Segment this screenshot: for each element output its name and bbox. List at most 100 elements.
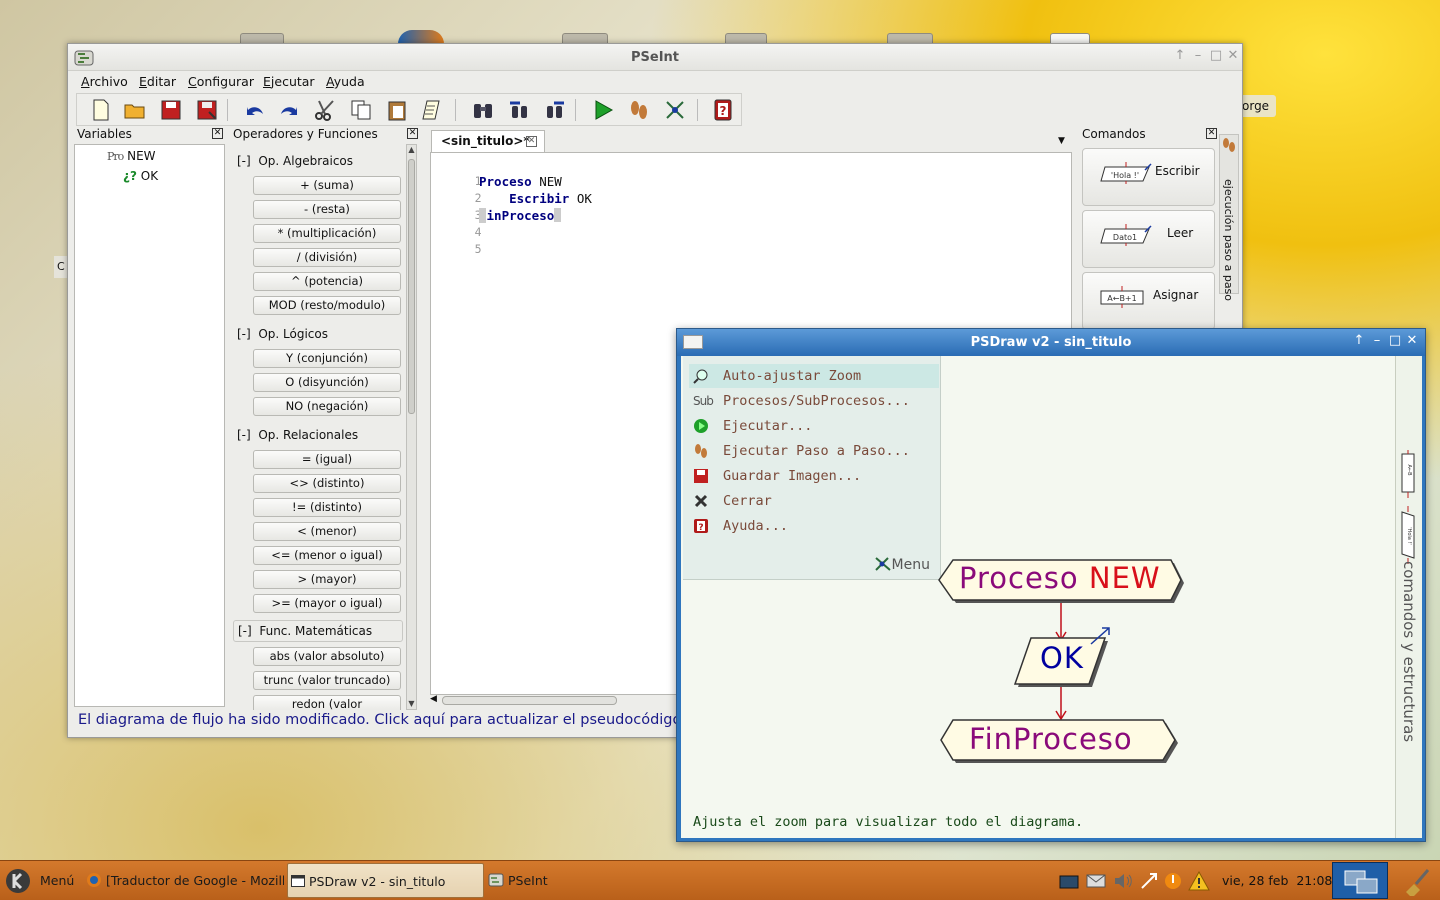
operator-button[interactable]: >= (mayor o igual) (253, 594, 401, 613)
minimize-button[interactable]: – (1369, 333, 1385, 349)
operator-button[interactable]: trunc (valor truncado) (253, 671, 401, 690)
scroll-thumb[interactable] (442, 696, 617, 705)
save-as-icon[interactable] (195, 98, 219, 122)
category-logicos[interactable]: [-] Op. Lógicos (237, 327, 328, 341)
operator-button[interactable]: * (multiplicación) (253, 224, 401, 243)
operator-button[interactable]: redon (valor redondeado) (253, 695, 401, 710)
undo-icon[interactable] (243, 98, 267, 122)
variables-panel-close-icon[interactable]: ✕ (212, 128, 223, 139)
firefox-desktop-icon[interactable] (398, 30, 444, 44)
find-icon[interactable] (471, 98, 495, 122)
commands-panel-close-icon[interactable]: ✕ (1206, 128, 1217, 139)
shade-button[interactable]: ↑ (1172, 48, 1188, 64)
find-previous-icon[interactable] (507, 98, 531, 122)
task-pseint[interactable]: PSeInt (488, 867, 608, 895)
desktop-icon-4[interactable] (887, 33, 933, 43)
category-relacionales[interactable]: [-] Op. Relacionales (237, 428, 358, 442)
variable-tree-item[interactable]: ¿? OK (123, 169, 158, 183)
scroll-down-arrow-icon[interactable]: ▼ (407, 699, 416, 709)
scroll-left-arrow-icon[interactable]: ◀ (430, 694, 437, 704)
close-button[interactable]: ✕ (1225, 48, 1241, 64)
command-asignar-button[interactable]: A←B+1 Asignar (1082, 272, 1215, 330)
paste-icon[interactable] (385, 98, 409, 122)
operator-button[interactable]: <> (distinto) (253, 474, 401, 493)
code-line: 3FinProceso (431, 190, 1071, 223)
close-button[interactable]: ✕ (1404, 333, 1420, 349)
status-message-link[interactable]: El diagrama de flujo ha sido modificado.… (78, 712, 678, 732)
run-icon[interactable] (591, 98, 615, 122)
operator-button[interactable]: <= (menor o igual) (253, 546, 401, 565)
operator-button[interactable]: Y (conjunción) (253, 349, 401, 368)
operator-button[interactable]: < (menor) (253, 522, 401, 541)
start-menu-button[interactable]: Menú (4, 867, 76, 895)
menu-archivo[interactable]: Archivo (81, 74, 128, 89)
operators-panel-close-icon[interactable]: ✕ (407, 128, 418, 139)
scroll-up-arrow-icon[interactable]: ▲ (407, 145, 416, 155)
category-algebraicos[interactable]: [-] Op. Algebraicos (237, 154, 353, 168)
help-icon[interactable]: ? (711, 98, 735, 122)
command-escribir-button[interactable]: 'Hola !' Escribir (1082, 148, 1215, 206)
find-next-icon[interactable] (543, 98, 567, 122)
mail-icon[interactable] (1085, 870, 1107, 892)
svg-text:?: ? (720, 104, 727, 118)
task-firefox[interactable]: [Traductor de Google - Mozill... (86, 867, 284, 895)
title-bar[interactable]: PSeInt ↑ – □ ✕ (68, 44, 1242, 71)
trash-tool-icon[interactable] (1402, 866, 1432, 896)
operator-button[interactable]: = (igual) (253, 450, 401, 469)
window-icon (291, 875, 305, 887)
operators-scrollbar[interactable]: ▲ ▼ (406, 144, 417, 710)
indent-icon[interactable] (421, 98, 445, 122)
task-psdraw[interactable]: PSDraw v2 - sin_titulo (287, 863, 484, 898)
desktop-icon-2[interactable] (562, 33, 608, 43)
psdraw-title-bar[interactable]: PSDraw v2 - sin_titulo ↑ – □ ✕ (677, 329, 1425, 356)
volume-icon[interactable] (1112, 870, 1134, 892)
step-by-step-side-tab[interactable]: ejecución paso a paso (1219, 134, 1239, 301)
network-icon[interactable] (1138, 870, 1160, 892)
editor-hscrollbar[interactable]: ◀ (430, 694, 680, 707)
updates-icon[interactable] (1162, 870, 1184, 892)
minimize-button[interactable]: – (1190, 48, 1206, 64)
operator-button[interactable]: != (distinto) (253, 498, 401, 517)
new-file-icon[interactable] (89, 98, 113, 122)
operator-button[interactable]: O (disyunción) (253, 373, 401, 392)
structures-side-tab[interactable]: A←B 'Hola !' comandos y estructuras (1395, 356, 1422, 838)
desktop-icon-5[interactable] (1050, 33, 1090, 43)
category-matematicas[interactable]: [-] Func. Matemáticas (233, 620, 403, 642)
operator-button[interactable]: ^ (potencia) (253, 272, 401, 291)
menu-ejecutar[interactable]: Ejecutar (263, 74, 315, 89)
step-by-step-icon[interactable] (627, 98, 651, 122)
command-label: Asignar (1153, 288, 1199, 302)
menu-editar[interactable]: Editar (139, 74, 176, 89)
operator-button[interactable]: > (mayor) (253, 570, 401, 589)
maximize-button[interactable]: □ (1387, 333, 1403, 349)
menu-ayuda[interactable]: Ayuda (326, 74, 365, 89)
variable-tree-process[interactable]: Pro NEW (107, 149, 156, 163)
draw-flowchart-icon[interactable] (663, 98, 687, 122)
copy-icon[interactable] (349, 98, 373, 122)
shade-button[interactable]: ↑ (1351, 333, 1367, 349)
window-list-icon[interactable] (1058, 870, 1080, 892)
save-icon[interactable] (159, 98, 183, 122)
desktop-icon-1[interactable] (240, 33, 284, 43)
editor-tab[interactable]: <sin_titulo>* ✕ (431, 130, 545, 152)
command-leer-button[interactable]: Dato1 Leer (1082, 210, 1215, 268)
operator-button[interactable]: - (resta) (253, 200, 401, 219)
operator-button[interactable]: abs (valor absoluto) (253, 647, 401, 666)
warning-icon[interactable] (1188, 870, 1210, 892)
operator-button[interactable]: NO (negación) (253, 397, 401, 416)
flowchart-canvas[interactable]: Auto-ajustar Zoom Sub Procesos/SubProces… (681, 356, 1395, 838)
tab-dropdown-icon[interactable]: ▼ (1058, 136, 1065, 146)
operator-button[interactable]: MOD (resto/modulo) (253, 296, 401, 315)
clock[interactable]: vie, 28 feb 21:08 (1222, 873, 1332, 888)
operator-button[interactable]: / (división) (253, 248, 401, 267)
scroll-thumb[interactable] (408, 159, 415, 414)
close-tab-icon[interactable]: ✕ (526, 136, 537, 147)
redo-icon[interactable] (277, 98, 301, 122)
show-desktop-button[interactable] (1332, 862, 1388, 899)
open-folder-icon[interactable] (123, 98, 147, 122)
maximize-button[interactable]: □ (1208, 48, 1224, 64)
menu-configurar[interactable]: Configurar (188, 74, 254, 89)
cut-icon[interactable] (313, 98, 337, 122)
operator-button[interactable]: + (suma) (253, 176, 401, 195)
desktop-icon-3[interactable] (725, 33, 767, 43)
